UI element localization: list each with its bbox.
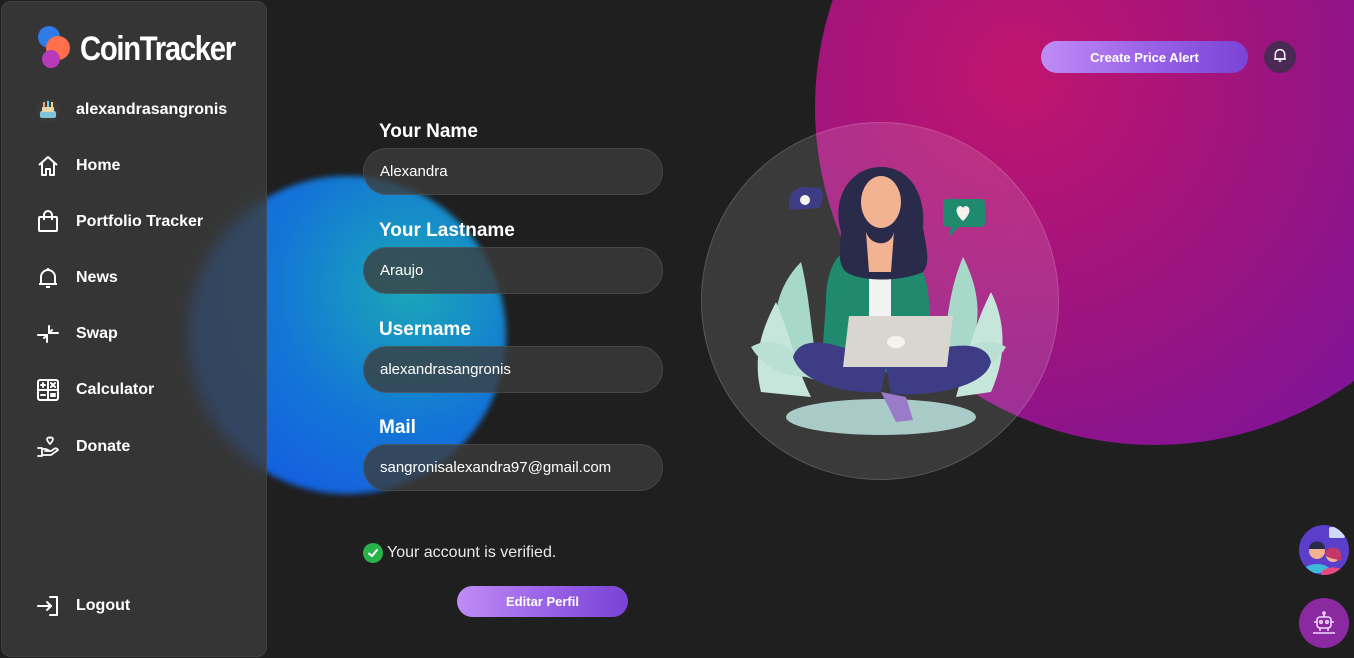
sidebar-item-donate[interactable]: Donate [35,432,130,462]
mail-field[interactable] [363,444,663,491]
sidebar-item-label: Swap [76,325,118,342]
woman-with-laptop-illustration [751,167,1006,435]
sidebar: CoinTracker alexandrasangronis Home Port… [1,1,267,657]
check-circle-icon [363,543,383,563]
edit-profile-button[interactable]: Editar Perfil [457,586,628,617]
mail-label: Mail [379,417,416,438]
name-field[interactable] [363,148,663,195]
username-label: Username [379,319,471,340]
robot-icon [1313,611,1335,634]
sidebar-item-portfolio-tracker[interactable]: Portfolio Tracker [35,207,203,237]
logout-icon [35,593,61,619]
brand[interactable]: CoinTracker [36,26,260,72]
sidebar-item-label: Calculator [76,381,155,398]
app-root: CoinTracker alexandrasangronis Home Port… [0,0,1354,658]
logout-button[interactable]: Logout [35,591,130,621]
verified-text: Your account is verified. [387,544,557,561]
assistant-bot-button[interactable] [1299,598,1349,648]
swap-arrows-icon [35,321,61,347]
sidebar-item-label: Portfolio Tracker [76,213,204,230]
bell-icon [1272,47,1288,68]
logout-label: Logout [76,597,131,614]
create-price-alert-button[interactable]: Create Price Alert [1041,41,1248,73]
hand-heart-icon [35,434,61,460]
sidebar-item-calculator[interactable]: Calculator [35,375,154,405]
sidebar-item-profile[interactable]: alexandrasangronis [35,95,227,125]
username-field[interactable] [363,346,663,393]
calculator-icon [35,377,61,403]
sidebar-item-label: alexandrasangronis [76,101,228,118]
sidebar-item-news[interactable]: News [35,263,118,293]
user-avatar-icon [35,97,61,123]
sidebar-item-label: Donate [76,438,131,455]
name-label: Your Name [379,121,478,142]
community-chat-button[interactable] [1299,525,1349,575]
home-icon [35,153,61,179]
notifications-button[interactable] [1264,41,1296,73]
verified-status: Your account is verified. [363,543,556,563]
brand-name: CoinTracker [80,29,236,68]
bell-icon [35,265,61,291]
people-chat-icon [1303,527,1345,575]
shopping-bag-icon [35,209,61,235]
sidebar-item-swap[interactable]: Swap [35,319,118,349]
cointracker-logo-icon [36,26,72,72]
sidebar-item-label: News [76,269,118,286]
lastname-label: Your Lastname [379,220,515,241]
lastname-field[interactable] [363,247,663,294]
sidebar-item-home[interactable]: Home [35,151,120,181]
sidebar-item-label: Home [76,157,121,174]
